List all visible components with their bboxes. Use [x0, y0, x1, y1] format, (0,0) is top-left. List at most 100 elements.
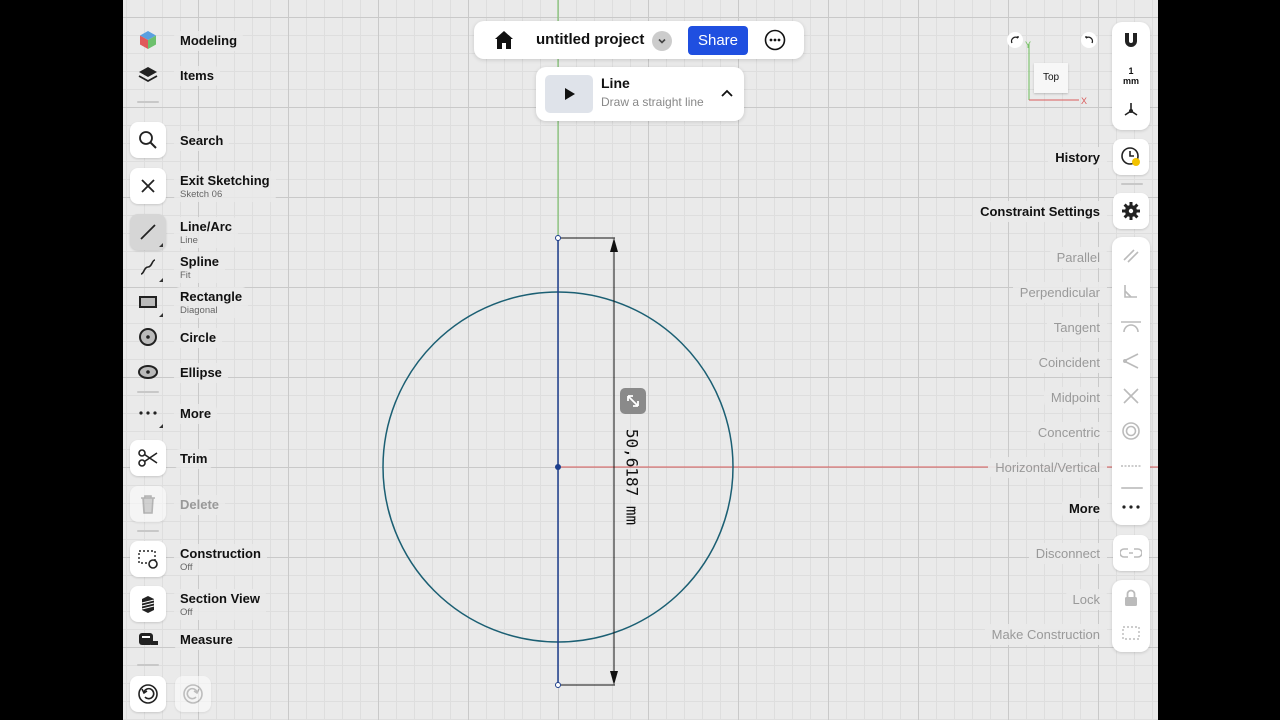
- project-name[interactable]: untitled project: [536, 31, 644, 48]
- play-icon: [565, 88, 575, 100]
- horizontal-vertical-icon: [1121, 465, 1141, 467]
- delete-button[interactable]: [130, 486, 166, 522]
- modeling-label[interactable]: Modeling: [174, 31, 244, 51]
- line-arc-tool[interactable]: [130, 214, 166, 250]
- rotate-view-right-button[interactable]: [1081, 32, 1097, 48]
- delete-label[interactable]: Delete: [174, 495, 226, 515]
- concentric-label[interactable]: Concentric: [1030, 422, 1107, 443]
- trim-label[interactable]: Trim: [174, 449, 214, 469]
- concentric-icon: [1122, 422, 1140, 440]
- perpendicular-constraint-button[interactable]: [1112, 273, 1150, 309]
- lock-label[interactable]: Lock: [1065, 589, 1107, 610]
- dimension-resize-handle[interactable]: [620, 388, 646, 414]
- ellipse-tool[interactable]: [130, 354, 166, 390]
- view-cube-widget[interactable]: Y X Top: [1003, 30, 1103, 110]
- coincident-constraint-button[interactable]: [1112, 343, 1150, 379]
- disconnect-label[interactable]: Disconnect: [1028, 543, 1107, 564]
- spline-tool[interactable]: [130, 249, 166, 285]
- perpendicular-label[interactable]: Perpendicular: [1012, 282, 1107, 303]
- submenu-indicator: [159, 243, 163, 247]
- construction-label[interactable]: Construction Off: [174, 544, 267, 575]
- exit-sketching-label[interactable]: Exit Sketching Sketch 06: [174, 171, 276, 202]
- exit-sketching-button[interactable]: [130, 168, 166, 204]
- line-start-point[interactable]: [555, 235, 561, 241]
- rotate-ccw-icon: [1085, 36, 1094, 44]
- divider: [137, 391, 159, 393]
- parallel-constraint-button[interactable]: [1112, 238, 1150, 274]
- section-view-label[interactable]: Section View Off: [174, 589, 266, 620]
- tangent-label[interactable]: Tangent: [1046, 317, 1107, 338]
- parallel-label[interactable]: Parallel: [1049, 247, 1107, 268]
- ellipsis-icon: [1122, 505, 1140, 509]
- trim-button[interactable]: [130, 440, 166, 476]
- units-value: 1 mm: [1122, 66, 1139, 86]
- parallel-icon: [1123, 249, 1139, 263]
- undo-button[interactable]: [130, 676, 166, 712]
- horizontal-vertical-constraint-button[interactable]: [1112, 448, 1150, 484]
- divider: [137, 101, 159, 103]
- line-end-point[interactable]: [555, 682, 561, 688]
- items-label[interactable]: Items: [174, 66, 220, 86]
- history-button[interactable]: [1113, 139, 1149, 175]
- snap-button[interactable]: [1112, 22, 1150, 58]
- dimension-value[interactable]: 50,6187 mm: [623, 429, 642, 525]
- ellipse-label[interactable]: Ellipse: [174, 363, 228, 383]
- disconnect-button[interactable]: [1113, 535, 1149, 571]
- view-cube-top-face[interactable]: Top: [1034, 63, 1068, 93]
- tool-video-preview[interactable]: [545, 75, 593, 113]
- rectangle-label[interactable]: Rectangle Diagonal: [174, 287, 249, 318]
- collapse-tip-button[interactable]: [719, 86, 735, 102]
- measure-button[interactable]: [130, 621, 166, 657]
- share-button[interactable]: Share: [688, 26, 748, 55]
- midpoint-constraint-button[interactable]: [1112, 378, 1150, 414]
- gear-icon: [1122, 202, 1140, 220]
- svg-text:Y: Y: [1025, 40, 1031, 50]
- midpoint-label[interactable]: Midpoint: [1043, 387, 1107, 408]
- make-construction-button[interactable]: [1112, 615, 1150, 651]
- circle-label[interactable]: Circle: [174, 328, 223, 348]
- more-tools-button[interactable]: [130, 395, 166, 431]
- search-icon: [139, 131, 157, 149]
- history-label[interactable]: History: [1048, 147, 1107, 168]
- constraint-settings-button[interactable]: [1113, 193, 1149, 229]
- tool-tip-subtitle: Draw a straight line: [601, 95, 704, 109]
- project-menu-button[interactable]: [652, 31, 672, 51]
- clock-icon: [1121, 147, 1140, 166]
- circle-icon: [139, 328, 157, 346]
- circle-center-point[interactable]: [555, 464, 561, 470]
- rotate-view-left-button[interactable]: [1007, 32, 1023, 48]
- search-button[interactable]: [130, 122, 166, 158]
- modeling-button[interactable]: [130, 22, 166, 58]
- rectangle-icon: [139, 296, 157, 308]
- more-tools-label[interactable]: More: [174, 404, 218, 424]
- more-constraints-label[interactable]: More: [1061, 498, 1107, 519]
- axes-button[interactable]: [1112, 92, 1150, 128]
- circle-tool[interactable]: [130, 319, 166, 355]
- unlink-icon: [1120, 548, 1142, 558]
- horizontal-vertical-label[interactable]: Horizontal/Vertical: [988, 457, 1107, 478]
- items-button[interactable]: [130, 57, 166, 93]
- lock-button[interactable]: [1112, 580, 1150, 616]
- measure-label[interactable]: Measure: [174, 630, 239, 650]
- coincident-label[interactable]: Coincident: [1031, 352, 1107, 373]
- rectangle-tool[interactable]: [130, 284, 166, 320]
- construction-toggle[interactable]: [130, 541, 166, 577]
- submenu-indicator: [159, 278, 163, 282]
- search-label[interactable]: Search: [174, 131, 230, 151]
- spline-label[interactable]: Spline Fit: [174, 252, 226, 283]
- more-constraints-button[interactable]: [1112, 489, 1150, 525]
- constraint-settings-label[interactable]: Constraint Settings: [973, 201, 1107, 222]
- line-arc-label[interactable]: Line/Arc Line: [174, 217, 239, 248]
- home-button[interactable]: [492, 28, 516, 52]
- concentric-constraint-button[interactable]: [1112, 413, 1150, 449]
- project-bar: untitled project Share: [474, 21, 804, 59]
- resize-diagonal-icon: [627, 395, 639, 407]
- tangent-icon: [1121, 321, 1141, 333]
- tangent-constraint-button[interactable]: [1112, 308, 1150, 344]
- more-options-button[interactable]: [764, 29, 786, 51]
- section-view-toggle[interactable]: [130, 586, 166, 622]
- make-construction-label[interactable]: Make Construction: [984, 624, 1107, 645]
- redo-button[interactable]: [175, 676, 211, 712]
- chevron-up-icon: [721, 89, 733, 97]
- units-button[interactable]: 1 mm: [1112, 58, 1150, 94]
